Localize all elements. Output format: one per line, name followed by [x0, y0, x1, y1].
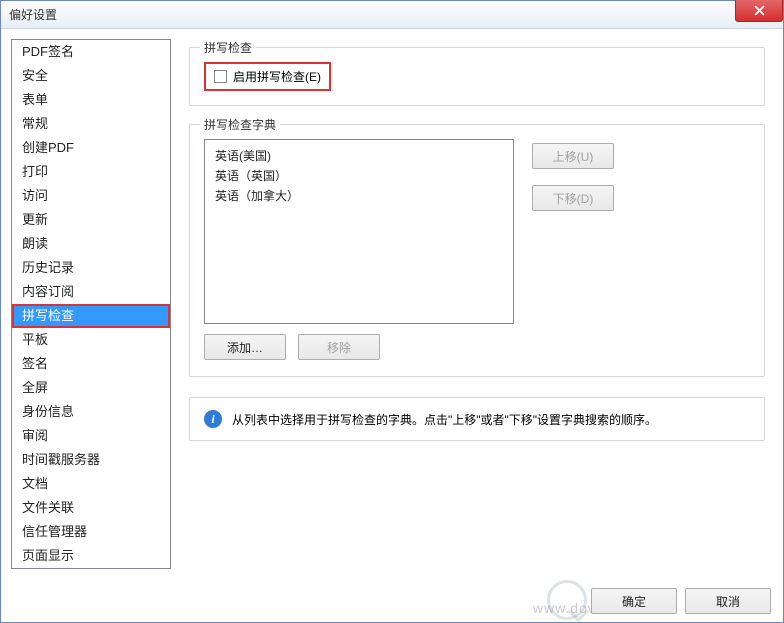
sidebar-item[interactable]: 身份信息 [12, 400, 170, 424]
sidebar-item[interactable]: 签名 [12, 352, 170, 376]
enable-spellcheck-row[interactable]: 启用拼写检查(E) [204, 62, 331, 91]
dictionary-group-label: 拼写检查字典 [200, 116, 280, 133]
sidebar-item[interactable]: 语言 [12, 568, 170, 569]
list-item[interactable]: 英语（英国） [215, 166, 503, 186]
sidebar-item[interactable]: 打印 [12, 160, 170, 184]
sidebar-item[interactable]: 安全 [12, 64, 170, 88]
sidebar-item[interactable]: 平板 [12, 328, 170, 352]
enable-spellcheck-checkbox[interactable] [214, 70, 227, 83]
add-button[interactable]: 添加… [204, 334, 286, 360]
spellcheck-group-label: 拼写检查 [200, 39, 256, 56]
sidebar-item[interactable]: 页面显示 [12, 544, 170, 568]
close-button[interactable] [735, 0, 783, 22]
sidebar-item[interactable]: 常规 [12, 112, 170, 136]
move-up-button[interactable]: 上移(U) [532, 143, 614, 169]
sidebar-item[interactable]: 信任管理器 [12, 520, 170, 544]
sidebar-item[interactable]: 更新 [12, 208, 170, 232]
content-panel: 拼写检查 启用拼写检查(E) 拼写检查字典 英语(美国)英语（英国）英语（加拿大… [181, 39, 773, 569]
dialog-footer: 确定 取消 [591, 588, 771, 614]
move-down-button[interactable]: 下移(D) [532, 185, 614, 211]
spellcheck-group: 拼写检查 启用拼写检查(E) [189, 47, 765, 106]
sidebar-item[interactable]: 访问 [12, 184, 170, 208]
info-text: 从列表中选择用于拼写检查的字典。点击"上移"或者"下移"设置字典搜索的顺序。 [232, 411, 657, 428]
remove-button[interactable]: 移除 [298, 334, 380, 360]
dictionary-listbox[interactable]: 英语(美国)英语（英国）英语（加拿大） [204, 139, 514, 324]
sidebar-item[interactable]: 表单 [12, 88, 170, 112]
sidebar-item[interactable]: 朗读 [12, 232, 170, 256]
sidebar-item[interactable]: PDF签名 [12, 40, 170, 64]
sidebar-item[interactable]: 审阅 [12, 424, 170, 448]
sidebar-item[interactable]: 时间戳服务器 [12, 448, 170, 472]
cancel-button[interactable]: 取消 [685, 588, 771, 614]
titlebar: 偏好设置 [1, 1, 783, 29]
list-item[interactable]: 英语（加拿大） [215, 186, 503, 206]
sidebar-item[interactable]: 全屏 [12, 376, 170, 400]
dictionary-group: 拼写检查字典 英语(美国)英语（英国）英语（加拿大） 上移(U) 下移(D) 添… [189, 124, 765, 377]
window-title: 偏好设置 [9, 6, 57, 23]
info-box: i 从列表中选择用于拼写检查的字典。点击"上移"或者"下移"设置字典搜索的顺序。 [189, 397, 765, 441]
sidebar-item[interactable]: 文件关联 [12, 496, 170, 520]
list-item[interactable]: 英语(美国) [215, 146, 503, 166]
close-icon [754, 5, 765, 16]
dialog-body: PDF签名安全表单常规创建PDF打印访问更新朗读历史记录内容订阅拼写检查平板签名… [1, 29, 783, 579]
info-icon: i [204, 410, 222, 428]
sidebar-item[interactable]: 文档 [12, 472, 170, 496]
sidebar-item[interactable]: 拼写检查 [12, 304, 170, 328]
enable-spellcheck-label: 启用拼写检查(E) [233, 68, 321, 85]
sidebar-item[interactable]: 创建PDF [12, 136, 170, 160]
ok-button[interactable]: 确定 [591, 588, 677, 614]
sidebar-item[interactable]: 历史记录 [12, 256, 170, 280]
category-sidebar[interactable]: PDF签名安全表单常规创建PDF打印访问更新朗读历史记录内容订阅拼写检查平板签名… [11, 39, 171, 569]
sidebar-item[interactable]: 内容订阅 [12, 280, 170, 304]
preferences-window: 偏好设置 PDF签名安全表单常规创建PDF打印访问更新朗读历史记录内容订阅拼写检… [0, 0, 784, 623]
watermark-logo [547, 580, 587, 620]
